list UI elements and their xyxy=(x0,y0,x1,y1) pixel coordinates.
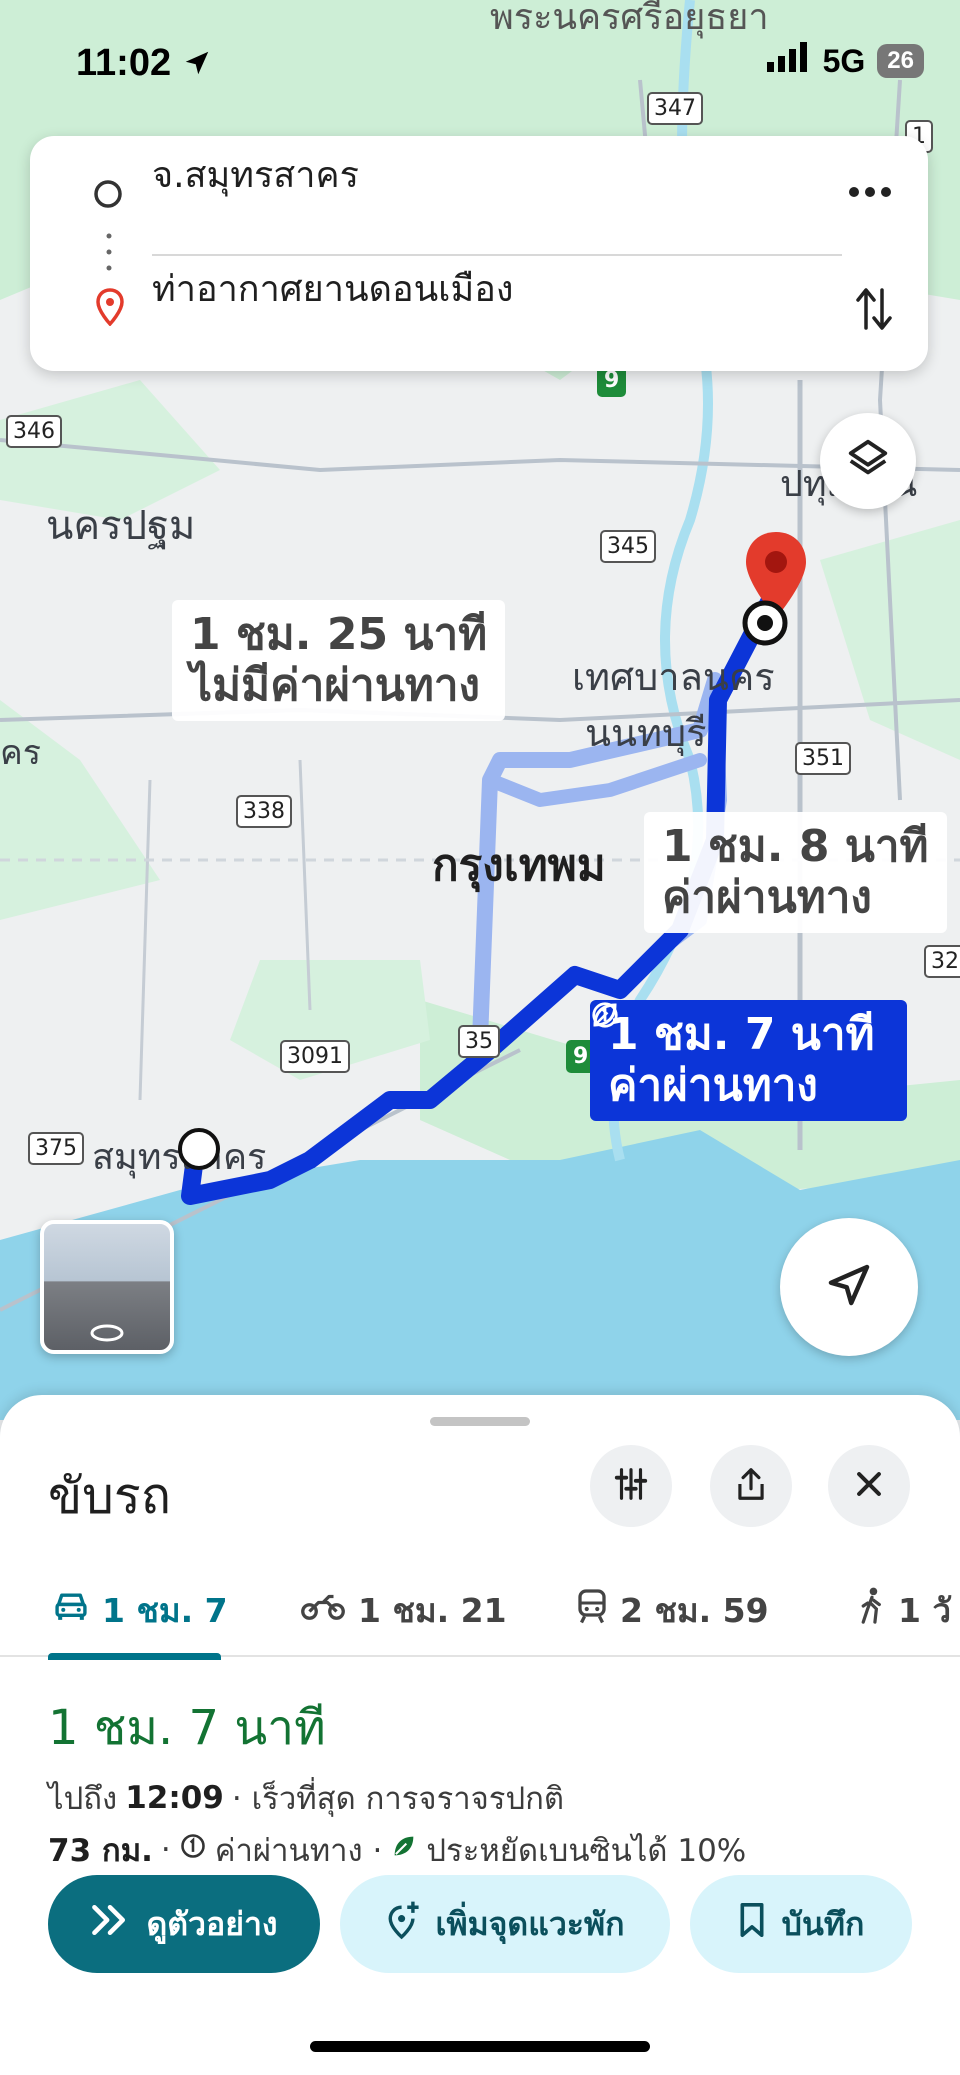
origin-circle-icon xyxy=(92,178,124,214)
road-shield-35: 35 xyxy=(458,1025,500,1058)
route-option-main-time: 1 ชม. 7 นาที xyxy=(608,1009,875,1060)
tab-transit-label: 2 ชม. 59 xyxy=(620,1590,769,1630)
tab-motorcycle-label: 1 ชม. 21 xyxy=(358,1590,507,1630)
add-stop-button[interactable]: เพิ่มจุดแวะพัก xyxy=(340,1875,670,1973)
separator: · xyxy=(160,1832,171,1868)
network-type: 5G xyxy=(822,42,866,79)
road-shield-375: 375 xyxy=(28,1132,84,1165)
home-indicator[interactable] xyxy=(310,2041,650,2052)
travel-mode-tabs: 1 ชม. 7 1 ชม. 21 2 ชม. 59 1 วั xyxy=(0,1567,960,1657)
bookmark-icon xyxy=(738,1902,766,1946)
car-icon xyxy=(52,1589,90,1631)
tab-transit[interactable]: 2 ชม. 59 xyxy=(576,1567,769,1653)
trip-meta: 73 กม. · ค่าผ่านทาง · ประหยัดเบนซินได้ 1… xyxy=(48,1825,746,1875)
arrive-time: 12:09 xyxy=(125,1780,224,1816)
train-icon xyxy=(576,1588,608,1632)
sheet-title: ขับรถ xyxy=(48,1467,172,1525)
swap-icon[interactable] xyxy=(854,284,894,338)
walk-icon xyxy=(858,1587,886,1633)
route-option-alt2-time: 1 ชม. 8 นาที xyxy=(662,821,929,872)
route-option-alt1-time: 1 ชม. 25 นาที xyxy=(190,609,488,660)
clock: 11:02 xyxy=(76,42,172,84)
add-location-icon xyxy=(386,1900,420,1948)
status-time: 11:02 xyxy=(76,42,212,85)
status-indicators: 5G 26 xyxy=(766,42,924,80)
arrive-prefix: ไปถึง xyxy=(48,1781,118,1817)
map-label-bangkok: กรุงเทพม xyxy=(432,840,606,891)
more-options-icon[interactable] xyxy=(848,184,892,203)
route-options-button[interactable] xyxy=(590,1445,672,1527)
street-view-thumbnail[interactable] xyxy=(40,1220,174,1354)
route-option-alt1[interactable]: 1 ชม. 25 นาที ไม่มีค่าผ่านทาง xyxy=(172,600,506,722)
double-chevron-icon xyxy=(90,1903,130,1945)
add-stop-label: เพิ่มจุดแวะพัก xyxy=(435,1904,625,1943)
active-tab-indicator xyxy=(48,1653,221,1660)
save-button[interactable]: บันทึก xyxy=(690,1875,912,1973)
sheet-drag-handle[interactable] xyxy=(430,1417,530,1426)
road-shield-338: 338 xyxy=(236,795,292,828)
arrive-suffix: · เร็วที่สุด การจราจรปกติ xyxy=(231,1781,565,1817)
directions-card: จ.สมุทรสาคร ท่าอากาศยานดอนเมือง xyxy=(30,136,928,371)
directions-sheet: ขับรถ 1 ชม. 7 1 ชม. 21 2 ชม. 59 1 วั 1 ช… xyxy=(0,1395,960,2075)
status-bar: 11:02 5G 26 xyxy=(0,0,960,120)
tune-icon xyxy=(612,1465,650,1507)
fuel-savings-text: ประหยัดเบนซินได้ 10% xyxy=(426,1833,747,1869)
destination-field[interactable]: ท่าอากาศยานดอนเมือง xyxy=(152,260,513,317)
battery-indicator: 26 xyxy=(877,44,924,78)
route-option-alt2-toll: ค่าผ่านทาง xyxy=(662,871,872,923)
trip-distance: 73 กม. xyxy=(48,1833,153,1869)
map-label-nonthaburi: นนทบุรี xyxy=(585,711,707,755)
layers-button[interactable] xyxy=(820,413,916,509)
map-label-left-edge: คร xyxy=(0,733,42,773)
arrival-info: ไปถึง 12:09 · เร็วที่สุด การจราจรปกติ xyxy=(48,1773,564,1823)
layers-icon xyxy=(845,436,891,486)
map-label-nakhon-pathom: นครปฐม xyxy=(46,503,196,549)
route-option-main[interactable]: 1 ชม. 7 นาที ค่าผ่านทาง xyxy=(590,1000,907,1122)
save-label: บันทึก xyxy=(781,1904,865,1943)
close-button[interactable] xyxy=(828,1445,910,1527)
road-shield-3091: 3091 xyxy=(280,1040,350,1073)
motorcycle-icon xyxy=(300,1591,346,1630)
road-shield-32: 32 xyxy=(924,945,960,978)
location-arrow-icon xyxy=(182,42,212,84)
divider xyxy=(152,254,842,256)
share-icon xyxy=(732,1465,770,1507)
route-dots-icon xyxy=(106,232,112,276)
route-option-main-toll: ค่าผ่านทาง xyxy=(608,1059,818,1111)
tab-walking[interactable]: 1 วั xyxy=(858,1567,951,1653)
preview-label: ดูตัวอย่าง xyxy=(146,1904,278,1943)
navigation-arrow-icon xyxy=(822,1258,876,1316)
route-option-alt2[interactable]: 1 ชม. 8 นาที ค่าผ่านทาง xyxy=(644,812,947,934)
route-option-alt1-toll: ไม่มีค่าผ่านทาง xyxy=(190,659,481,711)
eco-leaf-icon xyxy=(390,1832,418,1868)
signal-icon xyxy=(766,42,811,80)
toll-text: ค่าผ่านทาง · xyxy=(214,1833,383,1869)
share-button[interactable] xyxy=(710,1445,792,1527)
road-shield-345: 345 xyxy=(600,530,656,563)
street-view-rotate-icon xyxy=(88,1322,126,1348)
trip-duration: 1 ชม. 7 นาที xyxy=(48,1700,326,1756)
tab-motorcycle[interactable]: 1 ชม. 21 xyxy=(300,1567,507,1653)
tab-driving-label: 1 ชม. 7 xyxy=(102,1590,228,1630)
tab-walking-label: 1 วั xyxy=(898,1590,951,1630)
tab-driving[interactable]: 1 ชม. 7 xyxy=(52,1567,228,1653)
destination-location-icon xyxy=(96,288,124,330)
origin-field[interactable]: จ.สมุทรสาคร xyxy=(152,146,359,203)
map-label-nonthaburi-city: เทศบาลนคร xyxy=(572,655,775,699)
my-location-button[interactable] xyxy=(780,1218,918,1356)
toll-icon xyxy=(179,1832,207,1868)
preview-button[interactable]: ดูตัวอย่าง xyxy=(48,1875,320,1973)
road-shield-351: 351 xyxy=(795,742,851,775)
close-icon xyxy=(852,1467,886,1505)
road-shield-346: 346 xyxy=(6,415,62,448)
